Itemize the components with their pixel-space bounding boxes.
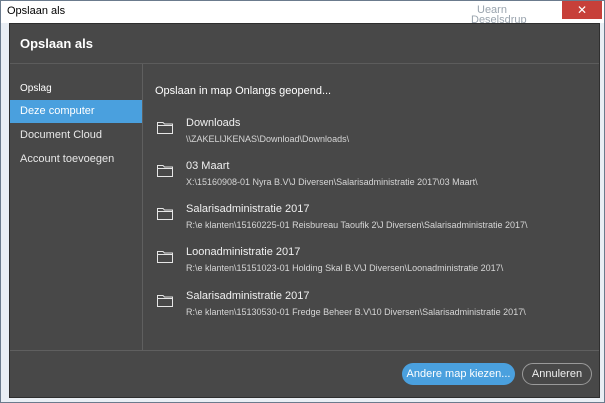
sidebar-section-label: Opslag [20,83,52,94]
folder-path: R:\e klanten\15151023-01 Holding Skal B.… [186,263,504,273]
save-as-dialog: Opslaan als Opslag Deze computer Documen… [9,23,600,398]
recent-folders-panel: Opslaan in map Onlangs geopend... Downlo… [143,64,599,350]
folder-name: Salarisadministratie 2017 [186,290,310,302]
dialog-title: Opslaan als [20,36,93,51]
folder-path: R:\e klanten\15130530-01 Fredge Beheer B… [186,307,526,317]
folder-item-salarisadministratie-2017-b[interactable]: Salarisadministratie 2017 R:\e klanten\1… [157,290,587,328]
folder-item-03-maart[interactable]: 03 Maart X:\15160908-01 Nyra B.V\J Diver… [157,160,587,198]
folder-path: R:\e klanten\15160225-01 Reisbureau Taou… [186,220,528,230]
folder-item-downloads[interactable]: Downloads \\ZAKELIJKENAS\Download\Downlo… [157,117,587,155]
title-bar: Opslaan als Uearn Deselsdrup ✕ [1,1,604,26]
folder-icon [157,295,173,307]
recent-folders-heading: Opslaan in map Onlangs geopend... [155,85,332,97]
storage-sidebar: Opslag Deze computer Document Cloud Acco… [10,64,143,350]
sidebar-item-document-cloud[interactable]: Document Cloud [10,124,142,147]
folder-name: Loonadministratie 2017 [186,246,301,258]
sidebar-item-label: Account toevoegen [20,153,115,165]
dialog-footer: Andere map kiezen... Annuleren [10,350,599,398]
folder-name: 03 Maart [186,160,230,172]
folder-name: Salarisadministratie 2017 [186,203,310,215]
folder-path: X:\15160908-01 Nyra B.V\J Diversen\Salar… [186,177,478,187]
folder-icon [157,122,173,134]
window-title: Opslaan als [7,5,66,17]
folder-icon [157,165,173,177]
folder-name: Downloads [186,117,241,129]
save-as-window: Opslaan als Uearn Deselsdrup ✕ Opslaan a… [0,0,605,403]
cancel-button[interactable]: Annuleren [522,363,592,385]
choose-other-folder-button[interactable]: Andere map kiezen... [402,363,515,385]
close-button[interactable]: ✕ [562,1,602,19]
dialog-header: Opslaan als [10,24,599,64]
folder-icon [157,251,173,263]
sidebar-item-label: Deze computer [20,105,95,117]
folder-item-salarisadministratie-2017[interactable]: Salarisadministratie 2017 R:\e klanten\1… [157,203,587,241]
folder-path: \\ZAKELIJKENAS\Download\Downloads\ [186,134,350,144]
folder-icon [157,208,173,220]
folder-item-loonadministratie-2017[interactable]: Loonadministratie 2017 R:\e klanten\1515… [157,246,587,284]
sidebar-item-this-computer[interactable]: Deze computer [10,100,142,123]
sidebar-item-add-account[interactable]: Account toevoegen [10,148,142,171]
close-icon: ✕ [576,3,588,17]
sidebar-item-label: Document Cloud [20,129,102,141]
